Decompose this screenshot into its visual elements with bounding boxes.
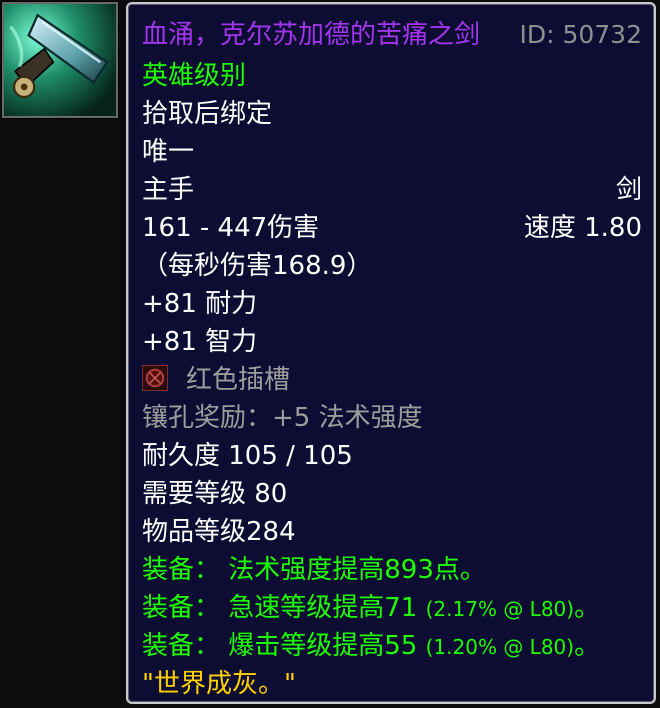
item-binding: 拾取后绑定	[142, 99, 273, 129]
item-socket-row: 红色插槽	[142, 361, 642, 399]
item-tooltip: 血涌，克尔苏加德的苦痛之剑 ID: 50732 英雄级别 拾取后绑定 唯一 主手…	[126, 2, 656, 704]
item-damage: 161 - 447伤害	[142, 213, 320, 243]
item-difficulty: 英雄级别	[142, 61, 247, 91]
item-dps: （每秒伤害168.9）	[142, 251, 373, 281]
item-weapon-type: 剑	[615, 175, 642, 205]
item-level: 物品等级284	[142, 517, 296, 547]
item-stat: +81 耐力	[142, 289, 258, 319]
item-required-level: 需要等级 80	[142, 479, 288, 509]
equip-effect-text: 装备： 爆击等级提高55	[142, 631, 426, 661]
item-equip-effect: 装备： 爆击等级提高55 (1.20% @ L80)。	[142, 627, 642, 665]
item-durability: 耐久度 105 / 105	[142, 441, 353, 471]
equip-effect-suffix: 。	[574, 593, 601, 623]
item-slot-row: 主手 剑	[142, 171, 642, 209]
item-damage-row: 161 - 447伤害 速度 1.80	[142, 209, 642, 247]
equip-effect-detail: (1.20% @ L80)	[425, 635, 575, 659]
item-stat: +81 智力	[142, 327, 258, 357]
item-speed: 速度 1.80	[523, 213, 642, 243]
item-socket: 红色插槽	[186, 365, 291, 395]
equip-effect-text: 装备： 急速等级提高71	[142, 593, 426, 623]
item-name: 血涌，克尔苏加德的苦痛之剑	[142, 20, 481, 50]
equip-effect-suffix: 。	[574, 631, 601, 661]
item-socket-bonus: 镶孔奖励：+5 法术强度	[142, 403, 423, 433]
item-header: 血涌，克尔苏加德的苦痛之剑 ID: 50732	[142, 15, 642, 57]
item-equip-effect: 装备： 急速等级提高71 (2.17% @ L80)。	[142, 589, 642, 627]
item-unique: 唯一	[142, 137, 195, 167]
equip-effect-detail: (2.17% @ L80)	[425, 597, 575, 621]
item-icon[interactable]	[2, 2, 118, 118]
item-id: ID: 50732	[519, 20, 642, 49]
item-slot: 主手	[142, 175, 195, 205]
red-socket-icon	[142, 364, 168, 391]
sword-item-icon	[4, 4, 116, 116]
equip-effect-text: 装备： 法术强度提高893点。	[142, 555, 486, 585]
item-flavor-text: "世界成灰。"	[142, 669, 296, 699]
item-equip-effect: 装备： 法术强度提高893点。	[142, 551, 642, 589]
